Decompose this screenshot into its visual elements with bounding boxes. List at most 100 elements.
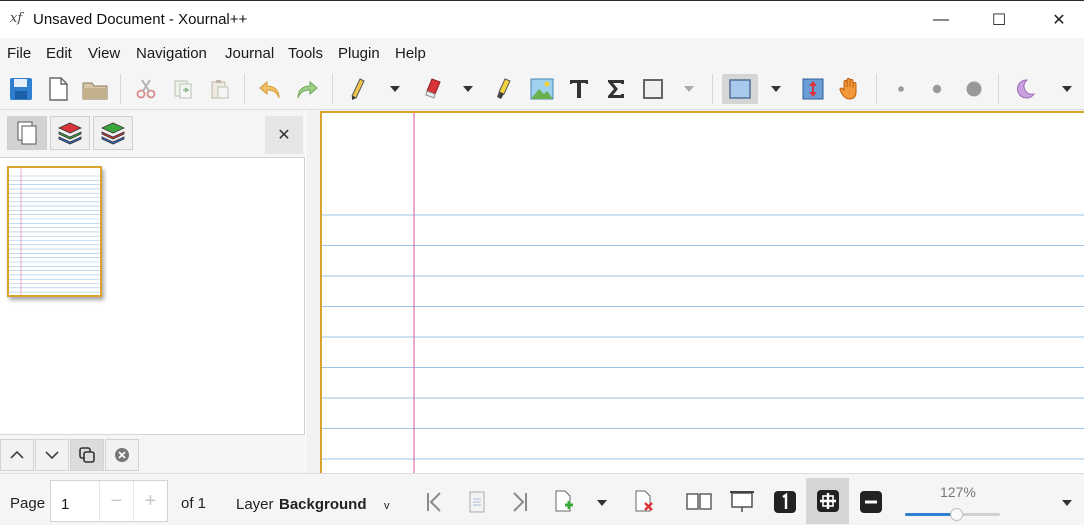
insert-page-button[interactable] xyxy=(548,486,580,518)
dual-page-button[interactable] xyxy=(683,486,715,518)
new-document-button[interactable] xyxy=(43,74,73,104)
image-tool-button[interactable] xyxy=(527,74,557,104)
chevron-up-icon xyxy=(10,451,24,459)
insert-page-dropdown[interactable] xyxy=(591,488,613,518)
page-count: of 1 xyxy=(181,495,207,512)
thick-thickness-button[interactable] xyxy=(959,74,989,104)
menu-plugin[interactable]: Plugin xyxy=(338,45,380,62)
chevron-down-icon xyxy=(1062,500,1072,506)
menu-help[interactable]: Help xyxy=(395,45,426,62)
eraser-dropdown[interactable] xyxy=(457,74,479,104)
zoom-100-button[interactable] xyxy=(769,486,801,518)
menu-navigation[interactable]: Navigation xyxy=(136,45,207,62)
zoom-slider[interactable] xyxy=(905,508,1000,522)
menu-journal[interactable]: Journal xyxy=(225,45,274,62)
menu-bar: File Edit View Navigation Journal Tools … xyxy=(0,38,1084,68)
document-canvas[interactable] xyxy=(306,110,1084,473)
plus-icon: + xyxy=(144,489,157,512)
toolbar-separator xyxy=(876,74,877,104)
presentation-mode-button[interactable] xyxy=(726,486,758,518)
tab-layer-preview[interactable] xyxy=(93,116,133,150)
maximize-icon: ☐ xyxy=(991,11,1007,29)
layer-chevron-icon[interactable]: v xyxy=(384,500,390,512)
menu-edit[interactable]: Edit xyxy=(46,45,72,62)
page-number-value[interactable]: 1 xyxy=(61,496,69,513)
pen-tool-button[interactable] xyxy=(343,74,373,104)
cut-button[interactable] xyxy=(131,74,161,104)
ruled-paper-background xyxy=(322,113,1084,473)
page-number-spinner[interactable]: 1 − + xyxy=(50,480,168,522)
layer-label: Layer xyxy=(236,496,274,513)
shape-dropdown[interactable] xyxy=(678,74,700,104)
new-document-icon xyxy=(49,77,68,101)
copy-button[interactable] xyxy=(168,74,198,104)
maximize-button[interactable]: ☐ xyxy=(970,1,1028,38)
hand-icon xyxy=(839,78,857,100)
scissors-icon xyxy=(136,79,156,99)
minimize-button[interactable]: — xyxy=(912,1,970,38)
undo-button[interactable] xyxy=(255,74,285,104)
shape-tool-button[interactable] xyxy=(638,74,668,104)
open-button[interactable] xyxy=(80,74,110,104)
zoom-fit-button[interactable] xyxy=(806,478,849,524)
delete-circle-icon xyxy=(115,448,129,462)
delete-page-button[interactable] xyxy=(105,439,139,471)
save-button[interactable] xyxy=(6,74,36,104)
folder-icon xyxy=(82,82,108,100)
vertical-space-button[interactable] xyxy=(798,74,828,104)
go-first-icon xyxy=(427,492,441,512)
zoom-out-button[interactable] xyxy=(855,486,887,518)
eraser-tool-button[interactable] xyxy=(418,74,448,104)
chevron-down-icon xyxy=(684,86,694,92)
go-last-icon xyxy=(513,492,527,512)
chevron-down-icon xyxy=(771,86,781,92)
duplicate-page-button[interactable] xyxy=(70,439,104,471)
last-page-button[interactable] xyxy=(504,486,536,518)
hand-tool-button[interactable] xyxy=(835,74,865,104)
text-tool-button[interactable] xyxy=(564,74,594,104)
menu-tools[interactable]: Tools xyxy=(288,45,323,62)
sidebar-close-button[interactable]: ✕ xyxy=(265,116,303,154)
math-tex-button[interactable] xyxy=(601,74,631,104)
chevron-down-icon xyxy=(390,86,400,92)
close-window-button[interactable]: ✕ xyxy=(1030,1,1084,38)
first-page-button[interactable] xyxy=(418,486,450,518)
document-icon xyxy=(469,491,485,513)
page-add-icon xyxy=(555,490,573,512)
paste-button[interactable] xyxy=(205,74,235,104)
redo-button[interactable] xyxy=(292,74,322,104)
page-increment-button[interactable]: + xyxy=(133,481,167,521)
color-crescent-icon xyxy=(1017,79,1036,99)
goto-page-button[interactable] xyxy=(461,486,493,518)
menu-view[interactable]: View xyxy=(88,45,120,62)
close-icon: ✕ xyxy=(1052,11,1066,29)
pen-dropdown[interactable] xyxy=(384,74,406,104)
sigma-icon xyxy=(608,80,624,98)
select-rectangle-button[interactable] xyxy=(722,74,758,104)
zoom-slider-handle[interactable] xyxy=(950,508,964,521)
medium-thickness-button[interactable] xyxy=(922,74,952,104)
fine-thickness-button[interactable] xyxy=(886,74,916,104)
save-icon xyxy=(10,78,32,100)
page-decrement-button[interactable]: − xyxy=(99,481,133,521)
move-page-down-button[interactable] xyxy=(35,439,69,471)
zoom-out-icon xyxy=(860,491,882,513)
pencil-icon xyxy=(351,78,365,100)
menu-file[interactable]: File xyxy=(7,45,31,62)
color-dropdown[interactable] xyxy=(1056,74,1078,104)
select-rectangle-icon xyxy=(729,79,751,99)
move-page-up-button[interactable] xyxy=(0,439,34,471)
page-thumbnail[interactable] xyxy=(7,166,102,297)
highlighter-tool-button[interactable] xyxy=(489,74,519,104)
select-dropdown[interactable] xyxy=(765,74,787,104)
color-button[interactable] xyxy=(1010,74,1040,104)
document-page[interactable] xyxy=(320,111,1084,473)
xournal-app-icon: xf xyxy=(10,11,23,26)
tab-page-previews[interactable] xyxy=(7,116,47,150)
delete-current-page-button[interactable] xyxy=(628,486,660,518)
tab-layers[interactable] xyxy=(50,116,90,150)
close-icon: ✕ xyxy=(277,127,291,144)
app-window: xf Unsaved Document - Xournal++ — ☐ ✕ Fi… xyxy=(0,0,1084,525)
layer-select[interactable]: Background xyxy=(279,496,367,513)
toolbar-overflow-dropdown[interactable] xyxy=(1056,488,1078,518)
